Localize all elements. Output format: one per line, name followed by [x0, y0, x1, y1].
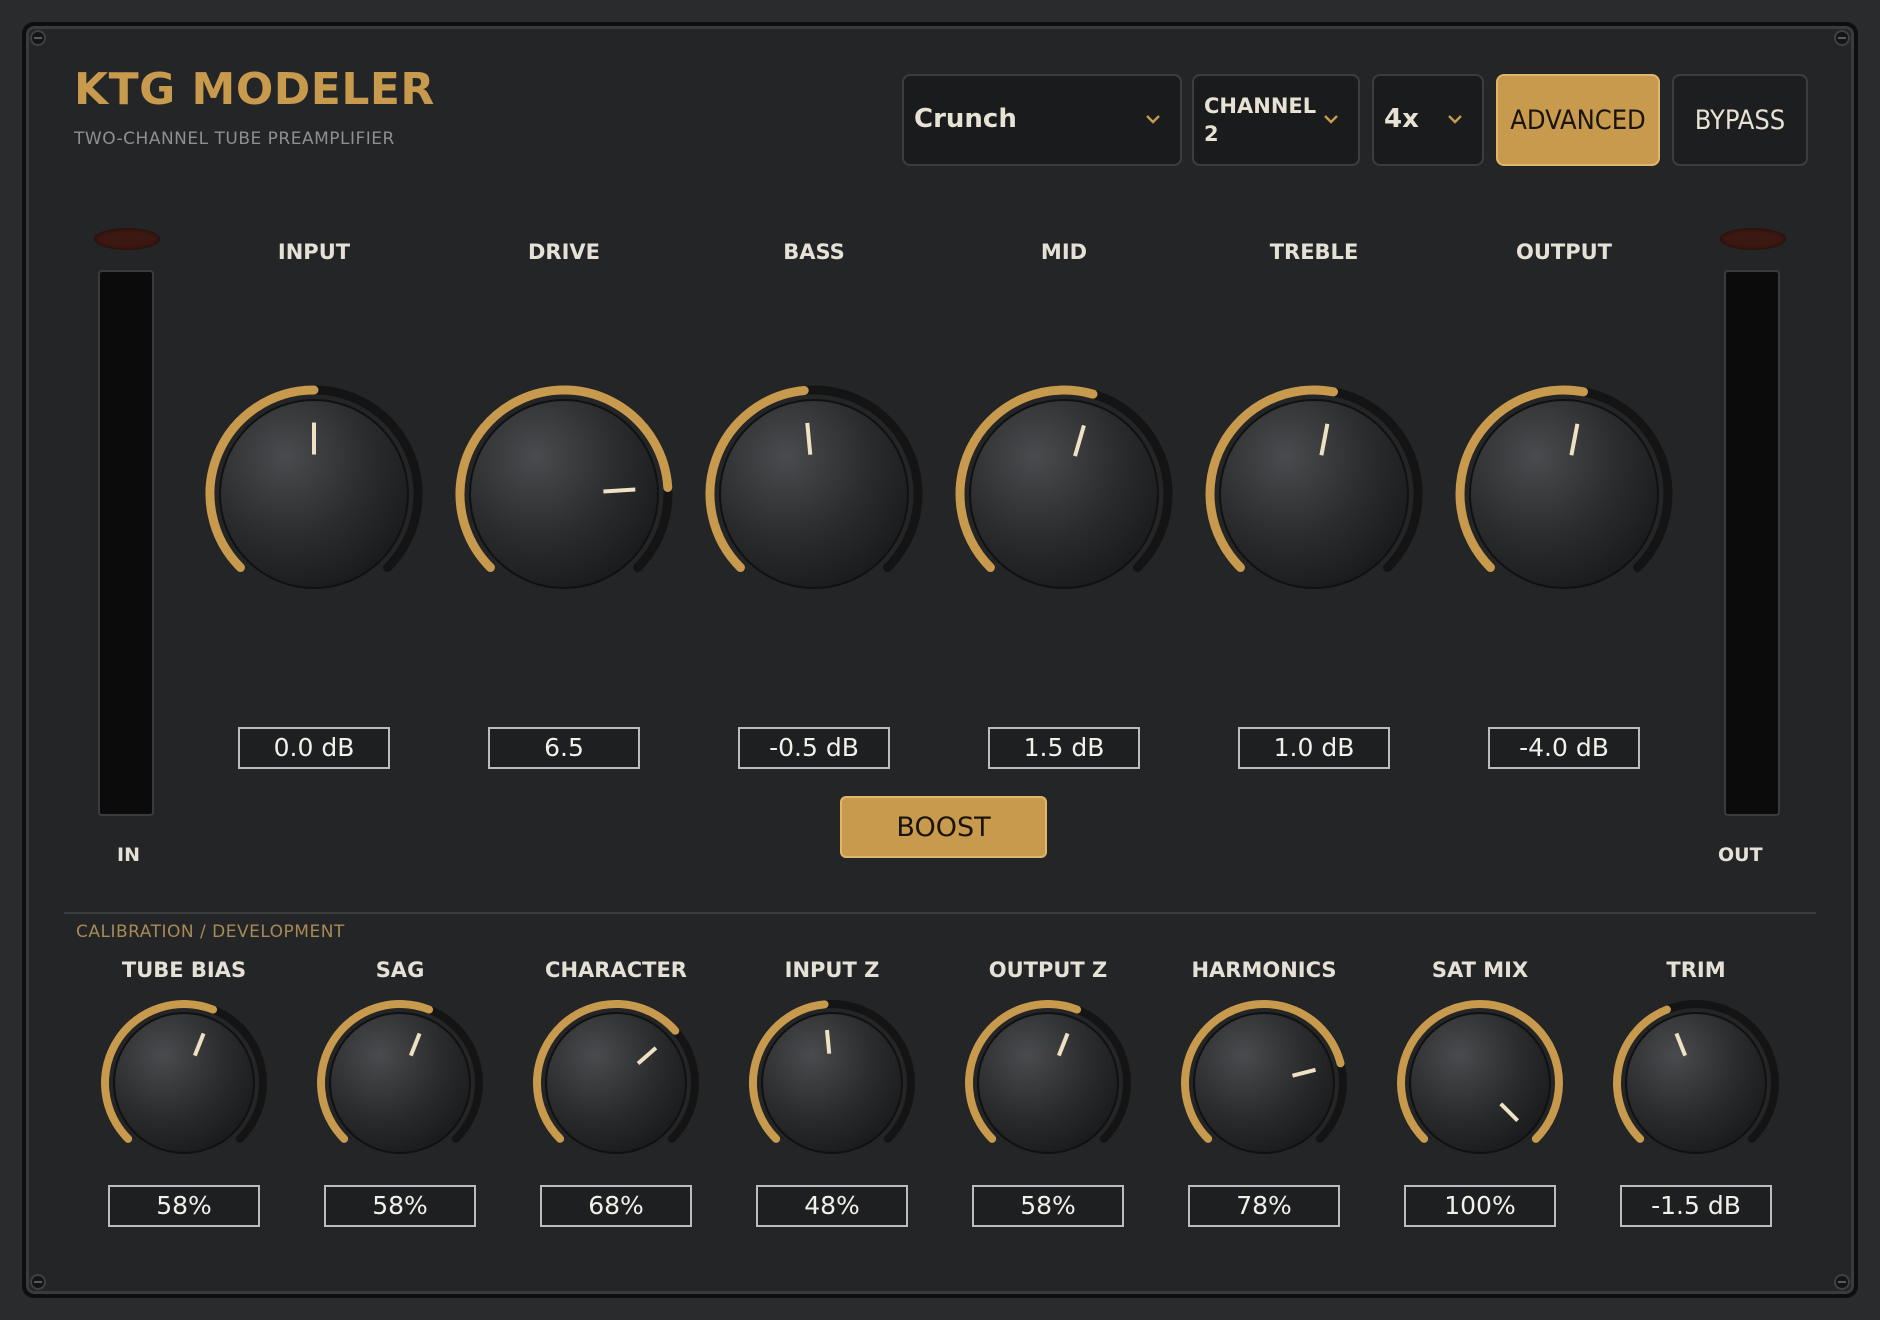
chevron-down-icon: [1448, 115, 1462, 124]
preset-dropdown[interactable]: Crunch: [902, 74, 1182, 166]
knob-body: [761, 1012, 903, 1154]
calibration-section-label: CALIBRATION / DEVELOPMENT: [76, 922, 345, 942]
input-clip-indicator[interactable]: [94, 228, 160, 250]
knob-body: [969, 399, 1159, 589]
input-meter: [98, 270, 154, 816]
output-meter: [1724, 270, 1780, 816]
knob-bass[interactable]: [699, 379, 929, 609]
knob-body: [1219, 399, 1409, 589]
bypass-button[interactable]: BYPASS: [1672, 74, 1808, 166]
value-field-output-z[interactable]: 58%: [972, 1185, 1124, 1227]
preset-value: Crunch: [914, 104, 1017, 134]
screw-icon: [1834, 30, 1850, 46]
knob-label-trim: TRIM: [1666, 958, 1726, 982]
value-field-tube-bias[interactable]: 58%: [108, 1185, 260, 1227]
channel-dropdown[interactable]: CHANNEL 2: [1192, 74, 1360, 166]
knob-body: [977, 1012, 1119, 1154]
knob-sat-mix[interactable]: [1392, 995, 1568, 1171]
screw-icon: [30, 1274, 46, 1290]
output-clip-indicator[interactable]: [1720, 228, 1786, 250]
value-field-sag[interactable]: 58%: [324, 1185, 476, 1227]
knob-body: [1409, 1012, 1551, 1154]
plugin-subtitle: TWO-CHANNEL TUBE PREAMPLIFIER: [74, 129, 395, 149]
knob-label-sag: SAG: [375, 958, 425, 982]
value-field-harmonics[interactable]: 78%: [1188, 1185, 1340, 1227]
knob-label-drive: DRIVE: [527, 240, 601, 264]
knob-label-treble: TREBLE: [1269, 240, 1359, 264]
plugin-window: KTG MODELER TWO-CHANNEL TUBE PREAMPLIFIE…: [22, 22, 1858, 1298]
knob-label-output-z: OUTPUT Z: [988, 958, 1108, 982]
value-field-trim[interactable]: -1.5 dB: [1620, 1185, 1772, 1227]
oversampling-value: 4x: [1384, 104, 1419, 134]
knob-body: [1625, 1012, 1767, 1154]
knob-body: [1193, 1012, 1335, 1154]
knob-label-output: OUTPUT: [1516, 240, 1612, 264]
knob-body: [113, 1012, 255, 1154]
knob-character[interactable]: [528, 995, 704, 1171]
advanced-button[interactable]: ADVANCED: [1496, 74, 1660, 166]
knob-body: [1469, 399, 1659, 589]
value-field-input-z[interactable]: 48%: [756, 1185, 908, 1227]
knob-label-bass: BASS: [783, 240, 845, 264]
knob-label-mid: MID: [1040, 240, 1088, 264]
knob-output[interactable]: [1449, 379, 1679, 609]
knob-label-tube-bias: TUBE BIAS: [121, 958, 247, 982]
screw-icon: [1834, 1274, 1850, 1290]
channel-number: 2: [1204, 122, 1219, 146]
knob-mid[interactable]: [949, 379, 1179, 609]
knob-label-sat-mix: SAT MIX: [1431, 958, 1529, 982]
chevron-down-icon: [1324, 115, 1338, 124]
knob-label-input-z: INPUT Z: [784, 958, 880, 982]
knob-output-z[interactable]: [960, 995, 1136, 1171]
input-meter-label: IN: [117, 844, 140, 866]
knob-drive[interactable]: [449, 379, 679, 609]
value-field-input[interactable]: 0.0 dB: [238, 727, 390, 769]
knob-body: [469, 399, 659, 589]
knob-input-z[interactable]: [744, 995, 920, 1171]
knob-input[interactable]: [199, 379, 429, 609]
channel-label: CHANNEL: [1204, 94, 1317, 118]
knob-harmonics[interactable]: [1176, 995, 1352, 1171]
value-field-drive[interactable]: 6.5: [488, 727, 640, 769]
value-field-mid[interactable]: 1.5 dB: [988, 727, 1140, 769]
knob-label-input: INPUT: [277, 240, 351, 264]
knob-label-harmonics: HARMONICS: [1191, 958, 1337, 982]
knob-body: [329, 1012, 471, 1154]
value-field-sat-mix[interactable]: 100%: [1404, 1185, 1556, 1227]
oversampling-dropdown[interactable]: 4x: [1372, 74, 1484, 166]
value-field-character[interactable]: 68%: [540, 1185, 692, 1227]
chevron-down-icon: [1146, 115, 1160, 124]
knob-trim[interactable]: [1608, 995, 1784, 1171]
knob-pointer: [603, 487, 636, 494]
knob-body: [545, 1012, 687, 1154]
knob-pointer: [825, 1029, 832, 1054]
knob-treble[interactable]: [1199, 379, 1429, 609]
value-field-bass[interactable]: -0.5 dB: [738, 727, 890, 769]
knob-label-character: CHARACTER: [545, 958, 687, 982]
plugin-title: KTG MODELER: [74, 64, 435, 115]
screw-icon: [30, 30, 46, 46]
knob-tube-bias[interactable]: [96, 995, 272, 1171]
value-field-treble[interactable]: 1.0 dB: [1238, 727, 1390, 769]
knob-body: [719, 399, 909, 589]
boost-button[interactable]: BOOST: [840, 796, 1047, 858]
output-meter-label: OUT: [1718, 844, 1763, 866]
section-divider: [64, 912, 1816, 914]
value-field-output[interactable]: -4.0 dB: [1488, 727, 1640, 769]
knob-sag[interactable]: [312, 995, 488, 1171]
